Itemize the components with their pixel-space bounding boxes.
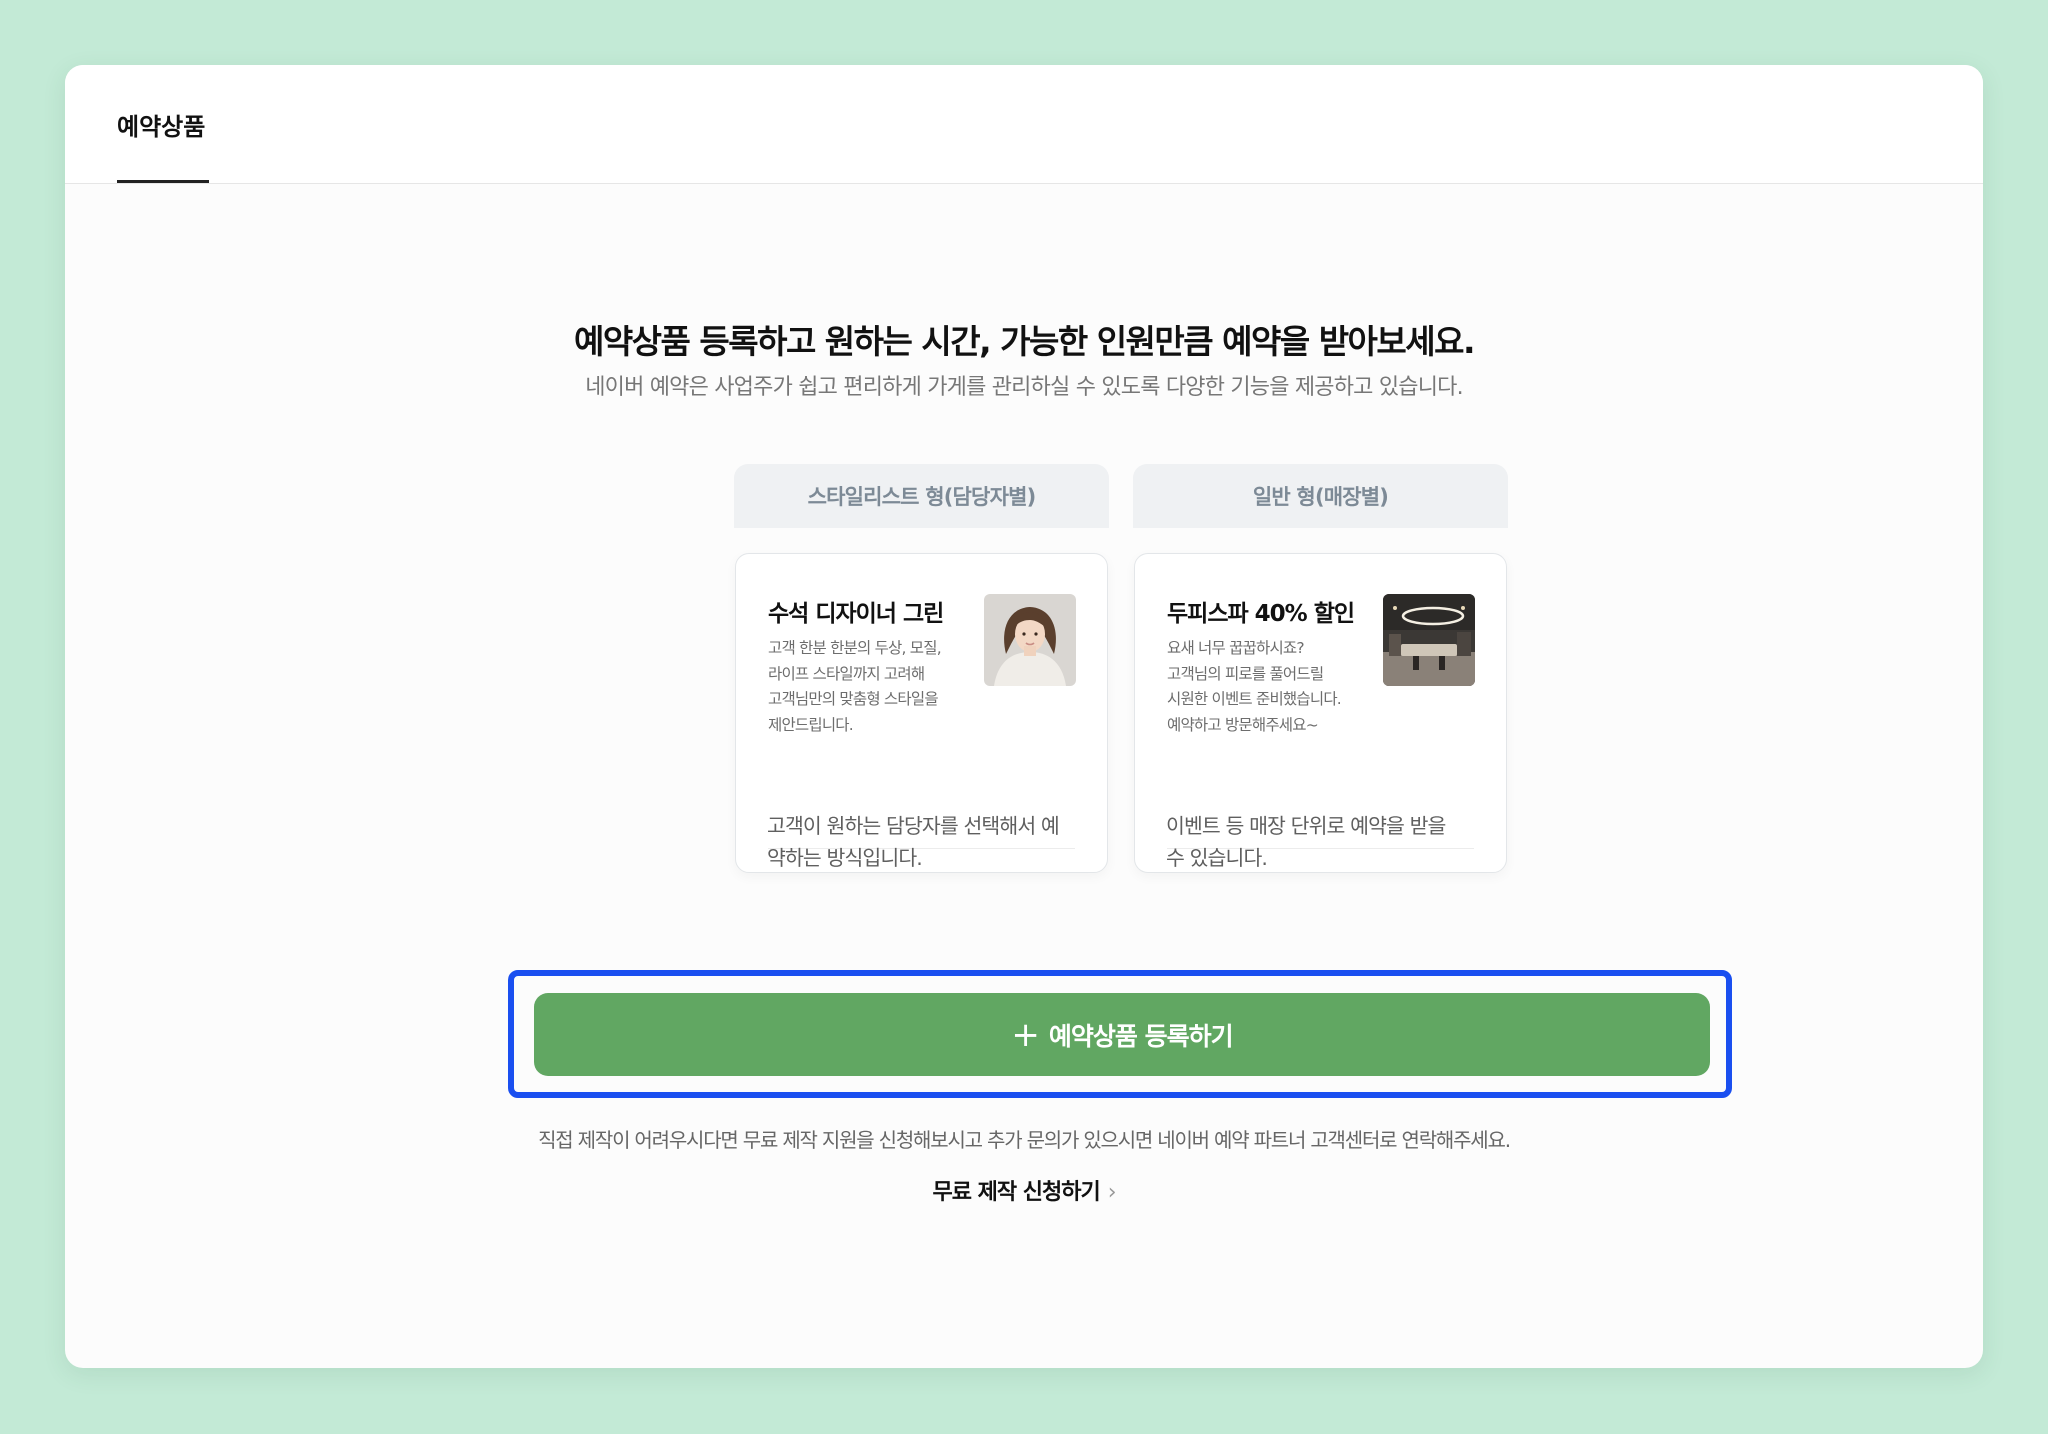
free-production-label: 무료 제작 신청하기 [932, 1180, 1100, 1205]
stylist-portrait-image [984, 594, 1076, 686]
tab-bar: 예약상품 [65, 65, 1983, 184]
type-tab-stylist[interactable]: 스타일리스트 형(담당자별) [734, 464, 1109, 528]
card-footer-text: 고객이 원하는 담당자를 선택해서 예 약하는 방식입니다. [767, 810, 1097, 874]
card-footer-line: 수 있습니다. [1166, 846, 1268, 870]
card-footer-line: 고객이 원하는 담당자를 선택해서 예 [767, 814, 1060, 838]
card-title: 수석 디자이너 그린 [768, 601, 944, 627]
card-description-line: 고객님의 피로를 풀어드릴 [1167, 664, 1324, 683]
card-description-line: 시원한 이벤트 준비했습니다. [1167, 690, 1342, 708]
salon-interior-image [1383, 594, 1475, 686]
card-description: 요새 너무 꿉꿉하시죠? 고객님의 피로를 풀어드릴 시원한 이벤트 준비했습니… [1167, 636, 1372, 738]
register-product-label: 예약상품 등록하기 [1048, 1021, 1234, 1051]
active-tab-indicator [117, 180, 209, 183]
tab-reservation-products[interactable]: 예약상품 [117, 65, 205, 183]
card-description: 고객 한분 한분의 두상, 모질, 라이프 스타일까지 고려해 고객님만의 맞춤… [768, 636, 973, 738]
page-headline: 예약상품 등록하고 원하는 시간, 가능한 인원만큼 예약을 받아보세요. [573, 322, 1476, 361]
card-description-line: 제안드립니다. [768, 715, 854, 734]
card-footer-line: 약하는 방식입니다. [767, 846, 923, 870]
card-description-line: 라이프 스타일까지 고려해 [768, 664, 925, 683]
card-title: 두피스파 40% 할인 [1167, 601, 1355, 627]
card-description-line: 고객님만의 맞춤형 스타일을 [768, 690, 939, 708]
free-production-link[interactable]: 무료 제작 신청하기 › [0, 1174, 2048, 1206]
register-product-button[interactable]: + 예약상품 등록하기 [534, 993, 1710, 1076]
card-footer-line: 이벤트 등 매장 단위로 예약을 받을 [1166, 814, 1446, 838]
main-window: 예약상품 예약상품 등록하고 원하는 시간, 가능한 인원만큼 예약을 받아보세… [65, 65, 1983, 1368]
chevron-right-icon: › [1107, 1180, 1117, 1205]
help-notice: 직접 제작이 어려우시다면 무료 제작 지원을 신청해보시고 추가 문의가 있으… [538, 1128, 1511, 1152]
plus-icon: + [1011, 1014, 1039, 1055]
card-description-line: 예약하고 방문해주세요~ [1167, 715, 1319, 734]
card-description-line: 요새 너무 꿉꿉하시죠? [1167, 639, 1305, 657]
card-footer-text: 이벤트 등 매장 단위로 예약을 받을 수 있습니다. [1166, 810, 1496, 874]
card-description-line: 고객 한분 한분의 두상, 모질, [768, 639, 942, 657]
type-tab-general[interactable]: 일반 형(매장별) [1133, 464, 1508, 528]
page-subline: 네이버 예약은 사업주가 쉽고 편리하게 가게를 관리하실 수 있도록 다양한 … [585, 375, 1463, 400]
